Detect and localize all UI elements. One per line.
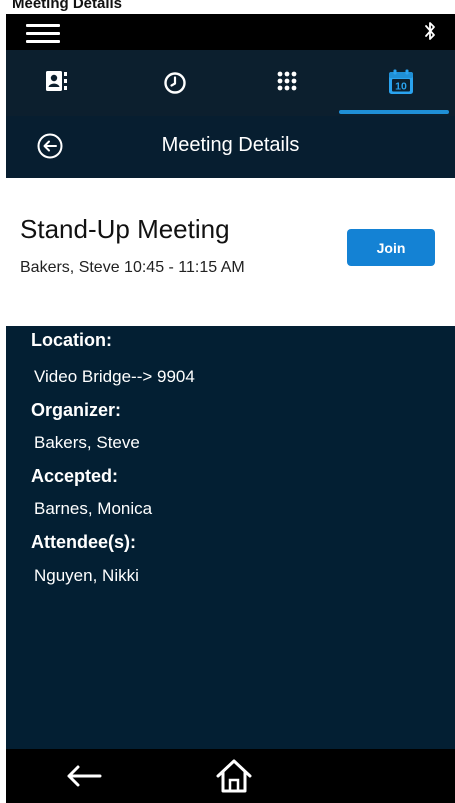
tab-dialpad[interactable] [230,50,330,116]
window-title-strip: Meeting Details [0,0,455,14]
bluetooth-icon [425,22,435,40]
home-icon[interactable] [214,757,254,795]
meeting-organizer-time: Bakers, Steve 10:45 - 11:15 AM [20,259,245,276]
tab-recents[interactable] [118,50,218,116]
location-label: Location: [31,330,112,350]
join-button[interactable]: Join [347,229,435,266]
meeting-details-panel: Location: Video Bridge--> 9904 Organizer… [6,326,455,749]
back-arrow-icon[interactable] [64,759,104,793]
meeting-title: Stand-Up Meeting [20,214,230,244]
bottom-nav-bar [6,749,455,803]
meeting-summary: Stand-Up Meeting Bakers, Steve 10:45 - 1… [0,178,455,326]
window-title: Meeting Details [12,0,123,12]
organizer-label: Organizer: [31,400,122,420]
contacts-icon [46,71,67,91]
tab-calendar[interactable]: 10 [345,50,455,116]
dialpad-icon [277,71,297,91]
calendar-day: 10 [395,81,407,93]
accepted-value: Barnes, Monica [34,499,153,518]
hamburger-menu-icon[interactable] [26,23,60,43]
page-title: Meeting Details [161,134,300,156]
clock-icon [164,72,186,94]
page-header: Meeting Details [6,116,455,178]
organizer-value: Bakers, Steve [34,433,140,452]
tab-bar: 10 [6,50,455,116]
calendar-icon: 10 [389,69,413,94]
attendees-value: Nguyen, Nikki [34,566,139,585]
accepted-label: Accepted: [31,466,119,486]
selected-tab-indicator [339,110,449,114]
tab-contacts[interactable] [6,50,106,116]
phone-screen: Meeting Details 10 Meeting Details Stand… [0,0,455,803]
attendees-label: Attendee(s): [31,532,137,552]
status-bar [6,14,455,50]
location-value: Video Bridge--> 9904 [34,367,195,386]
